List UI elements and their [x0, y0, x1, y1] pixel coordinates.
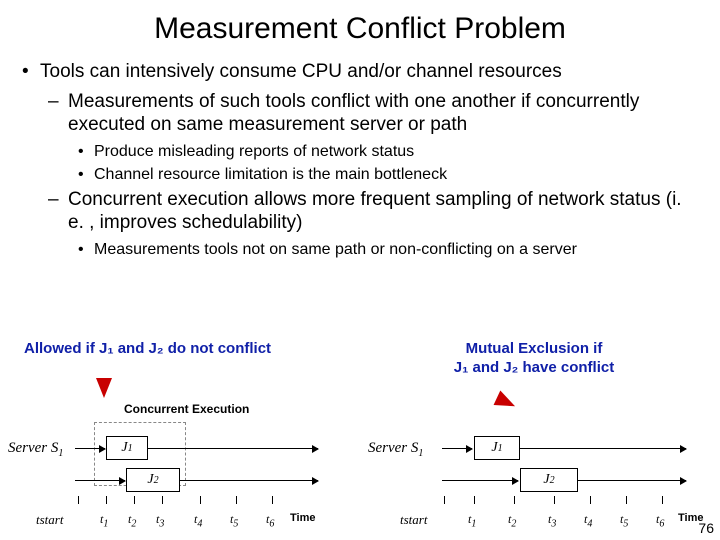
bullet-l2: Measurements of such tools conflict with… [46, 90, 698, 136]
tick: t5 [620, 512, 628, 529]
tick: t1 [100, 512, 108, 529]
left-caption: Allowed if J₁ and J₂ do not conflict [24, 340, 356, 359]
axis-arrow-icon [442, 448, 472, 449]
job-j2: J2 [126, 468, 180, 492]
bullet-l2: Concurrent execution allows more frequen… [46, 188, 698, 234]
arrow-right-icon [494, 391, 519, 414]
server-label: Server S1 [8, 440, 63, 459]
diagram-right: Mutual Exclusion ifJ₁ and J₂ have confli… [364, 340, 720, 540]
page-number: 76 [698, 520, 714, 536]
bullet-l3: Measurements tools not on same path or n… [74, 240, 698, 260]
tstart-label: tstart [36, 512, 63, 528]
tick: t2 [128, 512, 136, 529]
job-j1: J1 [474, 436, 520, 460]
tick: t4 [194, 512, 202, 529]
right-caption: Mutual Exclusion ifJ₁ and J₂ have confli… [364, 340, 704, 378]
axis-arrow-icon [148, 448, 318, 449]
axis-arrow-icon [75, 480, 125, 481]
tick: t5 [230, 512, 238, 529]
time-label: Time [290, 512, 315, 524]
axis-arrow-icon [520, 448, 686, 449]
tick: t6 [266, 512, 274, 529]
bullet-list: Tools can intensively consume CPU and/or… [22, 60, 698, 260]
server-label: Server S1 [368, 440, 423, 459]
slide-title: Measurement Conflict Problem [22, 12, 698, 46]
job-j2: J2 [520, 468, 578, 492]
bullet-l3: Produce misleading reports of network st… [74, 142, 698, 162]
axis-arrow-icon [75, 448, 105, 449]
tick: t3 [548, 512, 556, 529]
tick: t4 [584, 512, 592, 529]
tick: t6 [656, 512, 664, 529]
job-j1: J1 [106, 436, 148, 460]
bullet-l3: Channel resource limitation is the main … [74, 165, 698, 185]
slide: Measurement Conflict Problem Tools can i… [0, 0, 720, 540]
axis-arrow-icon [442, 480, 518, 481]
diagram-row: Allowed if J₁ and J₂ do not conflict Con… [0, 340, 720, 540]
tick: t3 [156, 512, 164, 529]
axis-arrow-icon [180, 480, 318, 481]
tstart-label: tstart [400, 512, 427, 528]
tick: t2 [508, 512, 516, 529]
tick: t1 [468, 512, 476, 529]
diagram-left: Allowed if J₁ and J₂ do not conflict Con… [0, 340, 356, 540]
arrow-down-icon [96, 378, 112, 398]
concurrent-label: Concurrent Execution [124, 402, 249, 416]
bullet-l1: Tools can intensively consume CPU and/or… [22, 60, 698, 84]
axis-arrow-icon [578, 480, 686, 481]
